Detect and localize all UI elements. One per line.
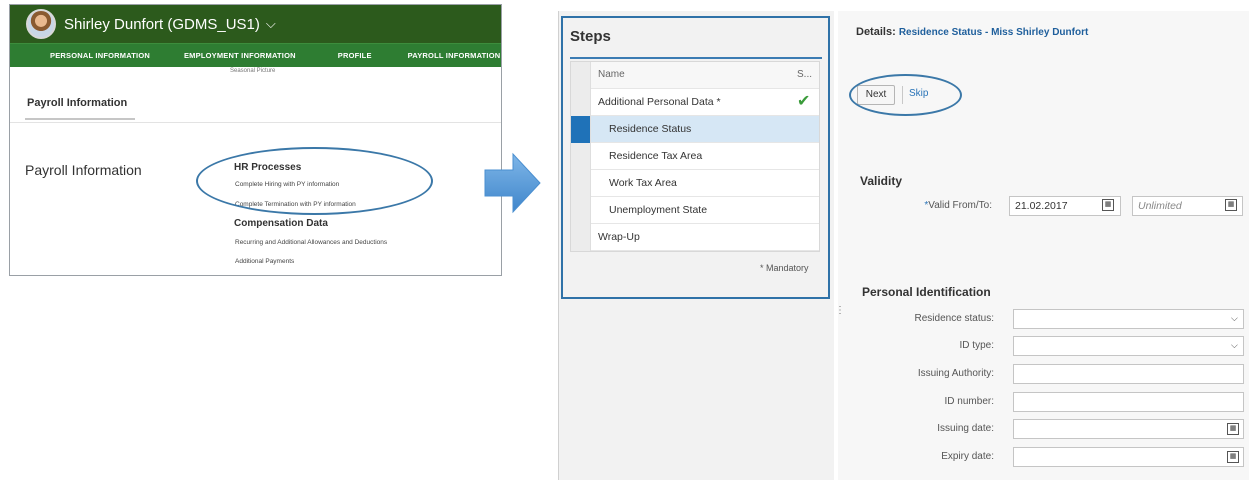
column-header-name[interactable]: Name [598,69,625,80]
table-row[interactable]: Unemployment State [571,197,819,224]
step-label: Additional Personal Data * [598,96,721,108]
user-avatar[interactable] [26,9,56,39]
divider [10,122,501,123]
details-title: Details: Residence Status - Miss Shirley… [856,26,1088,38]
expiry-date-label: Expiry date: [941,451,994,462]
residence-status-select[interactable] [1013,309,1244,329]
details-title-prefix: Details: [856,26,896,38]
residence-status-label: Residence status: [914,313,995,324]
nav-payroll-information[interactable]: PAYROLL INFORMATION [408,51,501,60]
chevron-down-icon[interactable]: ⌵ [1231,313,1238,324]
compensation-data-heading: Compensation Data [234,218,328,229]
id-type-label: ID type: [959,340,994,351]
table-row[interactable]: Wrap-Up [571,224,819,251]
table-row[interactable]: Residence Tax Area [571,143,819,170]
steps-table: Name S... Additional Personal Data * ✔ R… [570,61,820,252]
step-label: Wrap-Up [598,231,640,243]
personal-identification-heading: Personal Identification [862,285,991,299]
row-gutter [571,170,591,197]
id-number-label: ID number: [944,396,994,407]
expiry-date-input[interactable] [1013,447,1244,467]
check-icon: ✔ [797,93,811,110]
row-gutter [571,197,591,224]
table-header-row: Name S... [571,62,819,89]
chevron-down-icon[interactable]: ⌵ [266,16,276,32]
row-gutter [571,224,591,251]
highlight-ellipse-hr-processes [196,147,433,215]
table-row-selected[interactable]: Residence Status [571,116,819,143]
column-header-status[interactable]: S... [797,69,812,80]
tab-payroll-information[interactable]: Payroll Information [27,97,127,109]
row-selection-indicator [571,116,591,143]
step-label: Work Tax Area [609,177,677,189]
calendar-icon[interactable]: ▦ [1227,451,1239,463]
section-title: Payroll Information [25,162,142,178]
id-type-select[interactable] [1013,336,1244,356]
table-row[interactable]: Work Tax Area [571,170,819,197]
nav-personal-information[interactable]: PERSONAL INFORMATION [50,51,150,60]
table-row[interactable]: Additional Personal Data * ✔ [571,89,819,116]
user-name[interactable]: Shirley Dunfort (GDMS_US1) [64,16,260,33]
id-number-input[interactable] [1013,392,1244,412]
row-gutter [571,62,591,89]
row-gutter [571,143,591,170]
step-label: Unemployment State [609,204,708,216]
link-recurring-allowances[interactable]: Recurring and Additional Allowances and … [235,239,387,246]
row-gutter [571,89,591,116]
issuing-date-label: Issuing date: [937,423,994,434]
payroll-information-screen: Shirley Dunfort (GDMS_US1) ⌵ PERSONAL IN… [9,4,502,276]
sf-nav-bar: PERSONAL INFORMATION EMPLOYMENT INFORMAT… [10,43,501,67]
calendar-icon[interactable]: ▦ [1227,423,1239,435]
valid-from-to-label: *Valid From/To: [924,200,992,211]
sf-header: Shirley Dunfort (GDMS_US1) ⌵ [10,5,501,43]
nav-profile[interactable]: PROFILE [338,51,372,60]
mandatory-note: * Mandatory [760,263,809,273]
chevron-down-icon[interactable]: ⌵ [1231,340,1238,351]
calendar-icon[interactable]: ▦ [1225,199,1237,211]
issuing-date-input[interactable] [1013,419,1244,439]
tab-underline [25,118,135,120]
highlight-ellipse-next-skip [849,74,962,116]
issuing-authority-input[interactable] [1013,364,1244,384]
step-label: Residence Tax Area [609,150,703,162]
link-additional-payments[interactable]: Additional Payments [235,258,294,265]
steps-title: Steps [570,28,611,45]
sub-label: Seasonal Picture [230,68,276,74]
steps-title-underline [570,57,822,59]
issuing-authority-label: Issuing Authority: [917,368,994,379]
step-label: Residence Status [609,123,692,135]
validity-heading: Validity [860,174,903,188]
arrow-right-icon [484,152,541,214]
details-title-value: Residence Status - Miss Shirley Dunfort [898,27,1089,38]
splitter-handle[interactable]: ⋮ [835,305,845,316]
nav-employment-information[interactable]: EMPLOYMENT INFORMATION [184,51,296,60]
calendar-icon[interactable]: ▦ [1102,199,1114,211]
